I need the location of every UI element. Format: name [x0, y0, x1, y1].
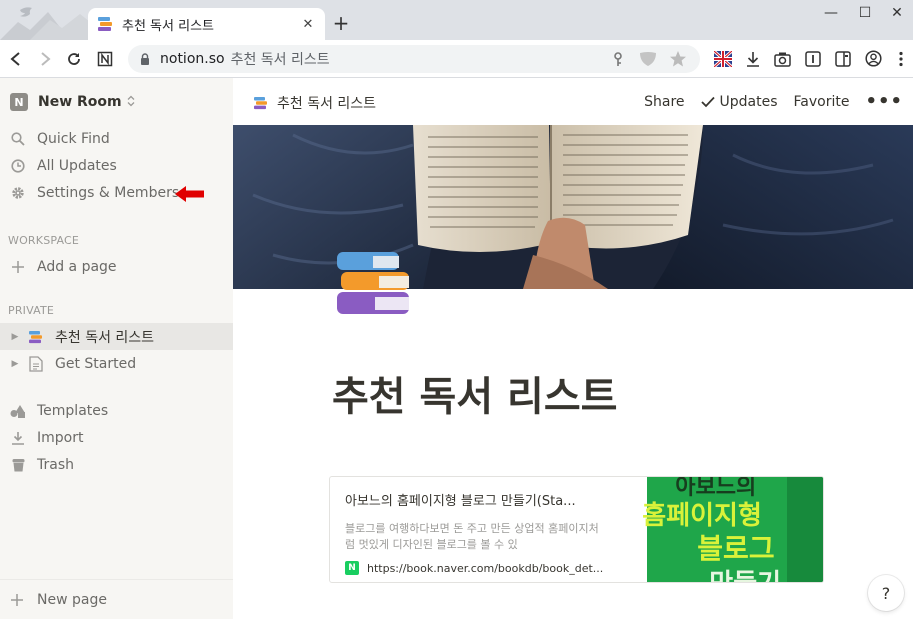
- browser-menu-icon[interactable]: [899, 51, 903, 71]
- trash-icon: [10, 457, 26, 473]
- search-icon: [10, 131, 26, 147]
- workspace-switcher[interactable]: N New Room: [10, 93, 135, 111]
- notion-extension-button[interactable]: [93, 47, 117, 71]
- sidebar-page-label: Get Started: [55, 355, 137, 372]
- bookmark-text: 아보느의 홈페이지형 블로그 만들기(Sta... 블로그를 여행하다보면 돈 …: [330, 477, 617, 582]
- sidebar-item-label: All Updates: [37, 157, 117, 174]
- new-page-label: New page: [37, 591, 107, 608]
- back-icon: [10, 52, 20, 66]
- browser-toolbar: notion.so 추천 독서 리스트: [0, 40, 913, 78]
- bookmark-url: https://book.naver.com/bookdb/book_det..…: [367, 561, 604, 575]
- breadcrumb[interactable]: 추천 독서 리스트: [253, 93, 376, 113]
- camera-icon[interactable]: [774, 51, 791, 71]
- close-window-button[interactable]: ✕: [882, 2, 912, 24]
- notion-icon: [97, 51, 113, 67]
- reload-button[interactable]: [62, 47, 86, 71]
- workspace-name: New Room: [38, 94, 122, 110]
- back-button[interactable]: [4, 47, 28, 71]
- maximize-button[interactable]: ☐: [850, 2, 880, 24]
- bookmark-link: N https://book.naver.com/bookdb/book_det…: [345, 561, 603, 575]
- workspace-section-label: WORKSPACE: [8, 234, 80, 247]
- books-icon: [337, 252, 409, 314]
- browser-tab-active[interactable]: 추천 독서 리스트 ✕: [88, 8, 325, 40]
- window-decoration: [0, 7, 90, 40]
- sidebar-item-templates[interactable]: Templates: [0, 397, 233, 424]
- books-icon: [254, 97, 267, 110]
- forward-icon: [41, 52, 51, 66]
- sidebar: N New Room Quick Find All Updates Settin…: [0, 78, 233, 619]
- sidebar-page-get-started[interactable]: ▶ Get Started: [0, 350, 233, 377]
- sidebar-item-label: Settings & Members: [37, 184, 180, 201]
- clock-icon: [10, 158, 26, 174]
- breadcrumb-label: 추천 독서 리스트: [277, 96, 377, 112]
- bookmark-cover-image: 아보느의 홈페이지형 블로그 만들기: [617, 477, 823, 582]
- url-host: notion.so: [160, 51, 225, 67]
- reader-extension-icon[interactable]: [805, 51, 821, 71]
- download-icon[interactable]: [745, 51, 761, 71]
- sidebar-item-label: Quick Find: [37, 130, 110, 147]
- updates-button[interactable]: Updates: [700, 94, 778, 110]
- key-icon[interactable]: [612, 52, 624, 71]
- red-arrow-annotation-icon: [175, 186, 204, 202]
- page-icon: [28, 355, 44, 372]
- cover-text-line3: 블로그: [697, 532, 775, 565]
- import-icon: [10, 430, 26, 446]
- topbar-actions: Share Updates Favorite •••: [644, 93, 903, 111]
- sidebar-item-quick-find[interactable]: Quick Find: [0, 125, 233, 152]
- page-title[interactable]: 추천 독서 리스트: [332, 364, 617, 422]
- lock-icon: [141, 53, 149, 65]
- favorite-button[interactable]: Favorite: [794, 94, 850, 110]
- cover-text-line4: 만들기: [709, 563, 781, 582]
- sidebar-item-label: Trash: [37, 456, 74, 473]
- tab-close-icon[interactable]: ✕: [299, 17, 317, 32]
- bookmark-title: 아보느의 홈페이지형 블로그 만들기(Sta...: [345, 494, 576, 509]
- tab-title: 추천 독서 리스트: [122, 18, 214, 34]
- new-tab-button[interactable]: +: [330, 12, 352, 34]
- checkmark-icon: [700, 96, 715, 108]
- expand-triangle-icon[interactable]: ▶: [10, 359, 20, 369]
- new-page-button[interactable]: New page: [0, 579, 233, 619]
- minimize-button[interactable]: —: [816, 2, 846, 24]
- sidebar-item-label: Import: [37, 429, 84, 446]
- bookmark-star-icon[interactable]: [669, 50, 687, 72]
- help-button[interactable]: ?: [868, 575, 904, 611]
- books-icon: [98, 17, 112, 31]
- uk-flag-extension-icon[interactable]: [713, 49, 733, 71]
- plus-icon: [10, 259, 26, 275]
- sidebar-item-import[interactable]: Import: [0, 424, 233, 451]
- url-path: 추천 독서 리스트: [230, 52, 330, 68]
- chevron-up-down-icon: [127, 95, 135, 110]
- private-section-label: PRIVATE: [8, 304, 55, 317]
- add-page-label: Add a page: [37, 258, 117, 275]
- templates-icon: [10, 403, 26, 419]
- sidebar-item-trash[interactable]: Trash: [0, 451, 233, 478]
- sidebar-item-label: Templates: [37, 402, 109, 419]
- plus-icon: [10, 593, 26, 607]
- naver-favicon-icon: N: [345, 561, 359, 575]
- shield-icon[interactable]: [639, 51, 657, 71]
- workspace-badge: N: [10, 93, 28, 111]
- more-options-icon[interactable]: •••: [865, 93, 903, 111]
- books-icon: [28, 329, 44, 345]
- updates-label: Updates: [719, 94, 778, 110]
- add-page-button[interactable]: Add a page: [0, 253, 233, 280]
- sidebar-item-all-updates[interactable]: All Updates: [0, 152, 233, 179]
- forward-button[interactable]: [33, 47, 57, 71]
- sidebar-panel-icon[interactable]: [835, 51, 851, 71]
- sidebar-page-reading-list[interactable]: ▶ 추천 독서 리스트: [0, 323, 233, 350]
- browser-tab-strip: 추천 독서 리스트 ✕ + — ☐ ✕: [0, 0, 913, 40]
- profile-icon[interactable]: [865, 50, 882, 71]
- share-button[interactable]: Share: [644, 94, 684, 110]
- reload-icon: [68, 53, 80, 65]
- expand-triangle-icon[interactable]: ▶: [10, 332, 20, 342]
- bookmark-block[interactable]: 아보느의 홈페이지형 블로그 만들기(Sta... 블로그를 여행하다보면 돈 …: [329, 476, 824, 583]
- sidebar-page-label: 추천 독서 리스트: [55, 329, 155, 346]
- page-topbar: 추천 독서 리스트 Share Updates Favorite •••: [233, 78, 913, 125]
- gear-icon: [10, 185, 26, 201]
- bookmark-description: 블로그를 여행하다보면 돈 주고 만든 상업적 홈페이지처럼 멋있게 디자인된 …: [345, 522, 599, 551]
